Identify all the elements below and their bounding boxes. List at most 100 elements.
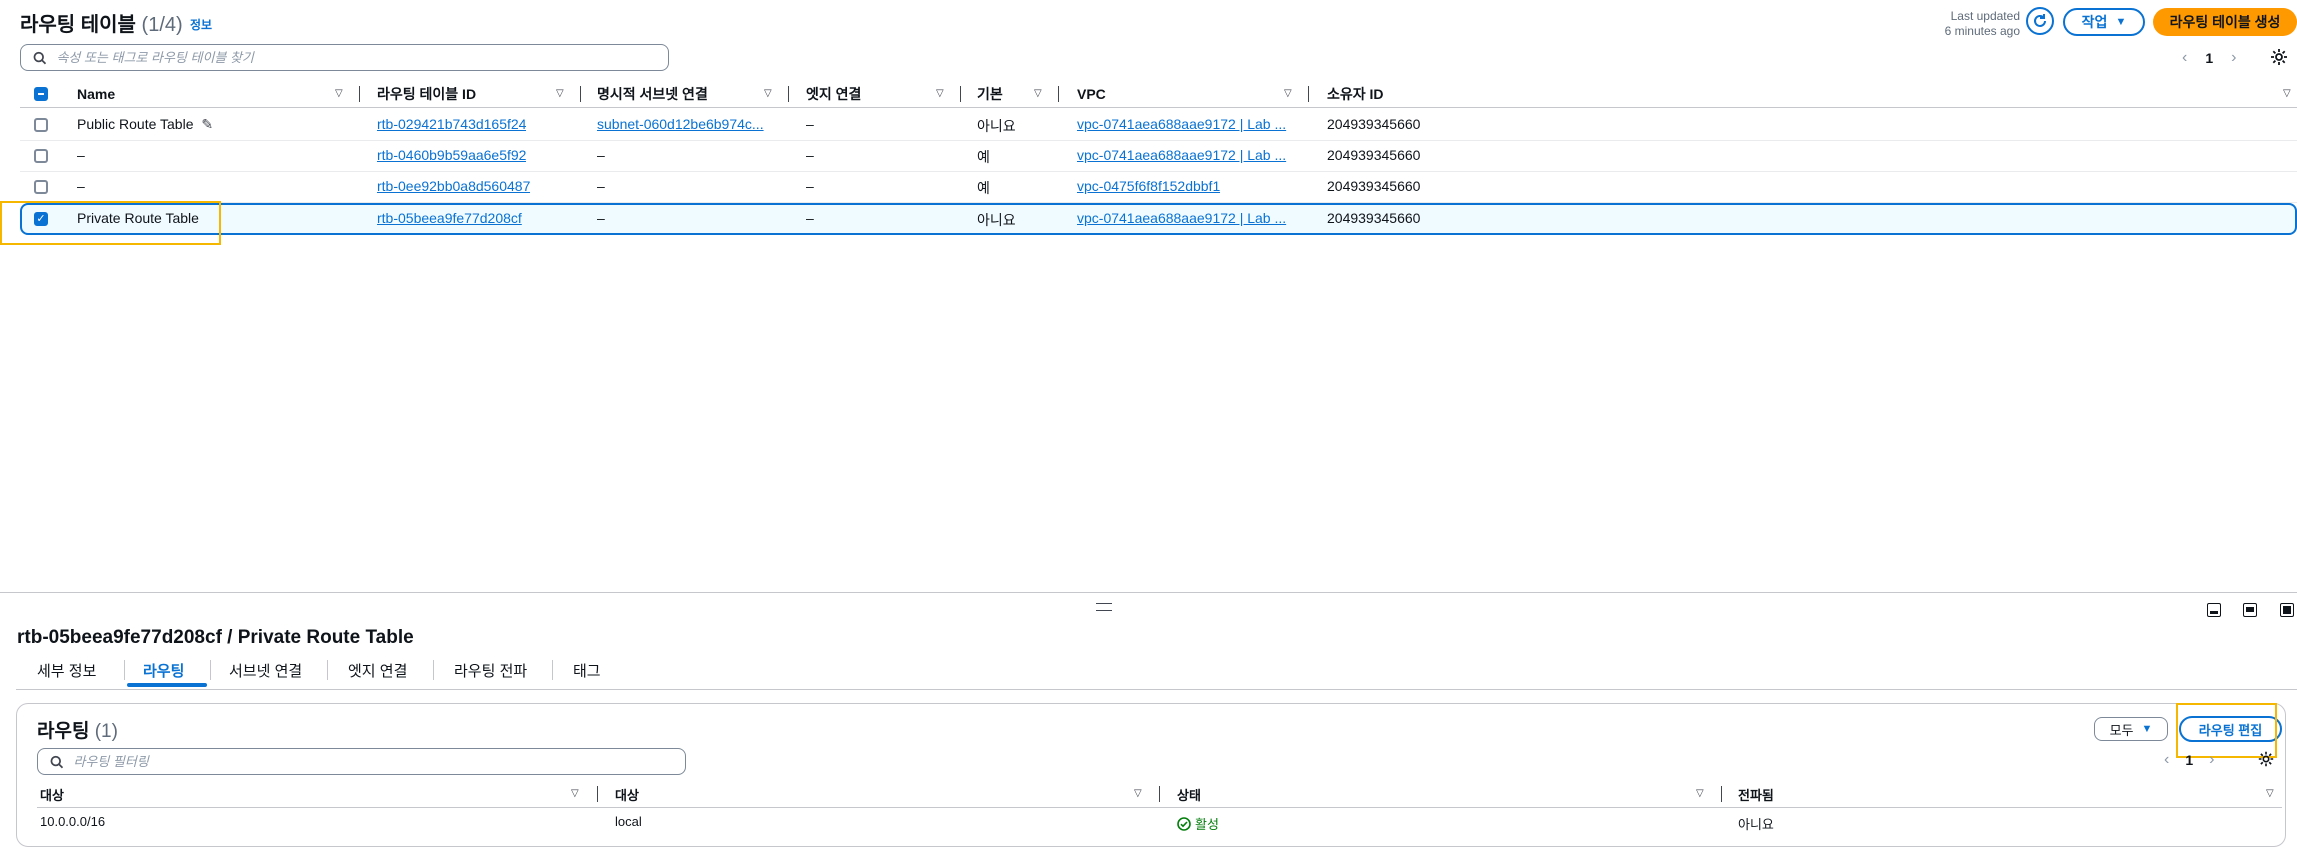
tab-separator — [552, 660, 553, 680]
col-route-table-id[interactable]: 라우팅 테이블 ID — [377, 80, 476, 108]
sort-icon[interactable]: ▽ — [936, 88, 944, 99]
route-filter-select[interactable]: 모두 ▼ — [2094, 717, 2168, 741]
row-name: – — [77, 147, 85, 163]
pagination: ‹ 1 › — [2182, 49, 2236, 67]
column-divider[interactable] — [1159, 786, 1160, 802]
row-checkbox[interactable] — [34, 118, 48, 132]
refresh-button[interactable] — [2026, 7, 2054, 35]
sort-icon[interactable]: ▽ — [2283, 88, 2291, 99]
sort-icon[interactable]: ▽ — [1284, 88, 1292, 99]
next-page-icon[interactable]: › — [2209, 751, 2214, 769]
table-header: Name ▽ 라우팅 테이블 ID ▽ 명시적 서브넷 연결 ▽ 엣지 연결 ▽… — [20, 80, 2297, 108]
tab-separator — [433, 660, 434, 680]
route-table-id-link[interactable]: rtb-0ee92bb0a8d560487 — [377, 178, 530, 194]
next-page-icon[interactable]: › — [2231, 49, 2236, 67]
tab-separator — [124, 660, 125, 680]
tab-route-propagation[interactable]: 라우팅 전파 — [454, 660, 527, 681]
owner-id: 204939345660 — [1327, 210, 1421, 226]
edit-pencil-icon[interactable]: ✎ — [201, 116, 213, 132]
col-destination[interactable]: 대상 — [40, 780, 64, 808]
subnet-link[interactable]: subnet-060d12be6b974c... — [597, 116, 777, 132]
select-all-checkbox[interactable] — [34, 87, 48, 101]
col-edge-association[interactable]: 엣지 연결 — [806, 80, 861, 108]
routes-title: 라우팅 — [37, 721, 90, 742]
preferences-button[interactable] — [2269, 47, 2291, 69]
table-row-selected[interactable]: ✓ Private Route Table rtb-05beea9fe77d20… — [20, 203, 2297, 235]
vpc-link[interactable]: vpc-0741aea688aae9172 | Lab ... — [1077, 116, 1292, 132]
col-main[interactable]: 기본 — [977, 80, 1003, 108]
resize-handle-icon[interactable] — [1096, 603, 1112, 611]
vpc-link[interactable]: vpc-0741aea688aae9172 | Lab ... — [1077, 210, 1292, 226]
sort-icon[interactable]: ▽ — [335, 88, 343, 99]
panel-side-icon[interactable] — [2243, 603, 2257, 617]
table-row[interactable]: – rtb-0460b9b59aa6e5f92 – – 예 vpc-0741ae… — [20, 141, 2297, 172]
annotation-highlight — [0, 201, 221, 245]
sort-icon[interactable]: ▽ — [556, 88, 564, 99]
refresh-icon — [2034, 14, 2046, 27]
tab-tags[interactable]: 태그 — [573, 660, 601, 681]
route-filter-input[interactable] — [71, 753, 685, 770]
sort-icon[interactable]: ▽ — [764, 88, 772, 99]
edge-association: – — [806, 147, 814, 163]
caret-down-icon: ▼ — [2115, 16, 2127, 28]
page-number[interactable]: 1 — [2205, 50, 2213, 66]
route-table-id-link[interactable]: rtb-0460b9b59aa6e5f92 — [377, 147, 526, 163]
sort-icon[interactable]: ▽ — [2266, 788, 2274, 799]
prev-page-icon[interactable]: ‹ — [2182, 49, 2187, 67]
table-row[interactable]: – rtb-0ee92bb0a8d560487 – – 예 vpc-0475f6… — [20, 172, 2297, 203]
owner-id: 204939345660 — [1327, 147, 1421, 163]
row-checkbox[interactable] — [34, 180, 48, 194]
column-divider[interactable] — [580, 86, 581, 102]
col-vpc[interactable]: VPC — [1077, 80, 1106, 108]
info-link[interactable]: 정보 — [190, 16, 212, 33]
col-status[interactable]: 상태 — [1177, 780, 1201, 808]
tab-separator — [327, 660, 328, 680]
col-explicit-subnet[interactable]: 명시적 서브넷 연결 — [597, 80, 708, 108]
col-name[interactable]: Name — [77, 80, 115, 108]
col-target[interactable]: 대상 — [615, 780, 639, 808]
sort-icon[interactable]: ▽ — [1134, 788, 1142, 799]
route-filter-search[interactable] — [37, 748, 686, 775]
column-divider[interactable] — [788, 86, 789, 102]
sort-icon[interactable]: ▽ — [1696, 788, 1704, 799]
owner-id: 204939345660 — [1327, 178, 1421, 194]
tab-edge-associations[interactable]: 엣지 연결 — [348, 660, 407, 681]
row-name: – — [77, 178, 85, 194]
panel-hide-icon[interactable] — [2280, 603, 2294, 617]
col-owner-id[interactable]: 소유자 ID — [1327, 80, 1384, 108]
tab-details[interactable]: 세부 정보 — [37, 660, 96, 681]
route-status-text: 활성 — [1195, 817, 1219, 832]
owner-id: 204939345660 — [1327, 116, 1421, 132]
vpc-link[interactable]: vpc-0475f6f8f152dbbf1 — [1077, 178, 1220, 194]
selection-count: (1/4) — [141, 14, 183, 36]
route-table-id-link[interactable]: rtb-029421b743d165f24 — [377, 116, 526, 132]
route-destination: 10.0.0.0/16 — [40, 814, 106, 829]
tab-subnet-associations[interactable]: 서브넷 연결 — [229, 660, 302, 681]
routes-preferences-button[interactable] — [2257, 750, 2277, 770]
column-divider[interactable] — [1721, 786, 1722, 802]
column-divider[interactable] — [1308, 86, 1309, 102]
column-divider[interactable] — [359, 86, 360, 102]
route-status: 활성 — [1177, 814, 1219, 833]
actions-button[interactable]: 작업 ▼ — [2063, 8, 2145, 36]
split-panel-divider[interactable] — [0, 592, 2297, 593]
row-checkbox[interactable] — [34, 149, 48, 163]
sort-icon[interactable]: ▽ — [571, 788, 579, 799]
search-input[interactable] — [54, 49, 668, 66]
routes-page-number[interactable]: 1 — [2185, 752, 2193, 768]
route-table-id-link[interactable]: rtb-05beea9fe77d208cf — [377, 210, 522, 226]
column-divider[interactable] — [597, 786, 598, 802]
caret-down-icon: ▼ — [2141, 723, 2153, 735]
sort-icon[interactable]: ▽ — [1034, 88, 1042, 99]
subnet-association: – — [597, 147, 605, 163]
tab-routes[interactable]: 라우팅 — [143, 660, 184, 681]
column-divider[interactable] — [1058, 86, 1059, 102]
prev-page-icon[interactable]: ‹ — [2164, 751, 2169, 769]
col-propagated[interactable]: 전파됨 — [1738, 780, 1774, 808]
column-divider[interactable] — [960, 86, 961, 102]
table-row[interactable]: Public Route Table ✎ rtb-029421b743d165f… — [20, 110, 2297, 141]
create-route-table-button[interactable]: 라우팅 테이블 생성 — [2153, 8, 2297, 36]
panel-bottom-icon[interactable] — [2207, 603, 2221, 617]
vpc-link[interactable]: vpc-0741aea688aae9172 | Lab ... — [1077, 147, 1292, 163]
route-table-search[interactable] — [20, 44, 669, 71]
